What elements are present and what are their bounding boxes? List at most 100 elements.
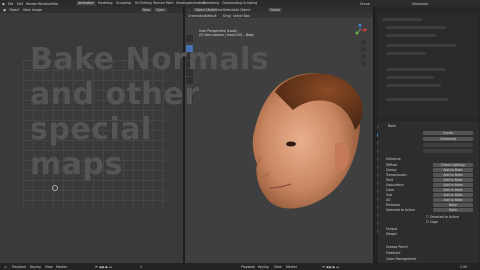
tab-animation-active[interactable]: Animation [76,1,97,6]
influence-item: AO [386,198,391,202]
influence-item: Emission [386,203,401,207]
timeline-bar: ◷ Playback Keying View Marker ⏮ ◀ ▶ ▶ ⏭ … [0,263,480,270]
object-mode-dropdown[interactable]: Object Mode [193,8,218,12]
viewport-select-menu[interactable]: Select [223,8,233,12]
influence-button[interactable]: Add to Bake [433,198,473,202]
overlay-title: Bake Normals and other special maps [30,42,290,182]
influence-button[interactable]: Add to Bake [433,188,473,192]
color-management-panel[interactable]: Color Management [386,257,416,261]
keying-menu-2[interactable]: Keying [258,265,269,269]
influence-button[interactable]: Add to Bake [433,168,473,172]
device-dropdown[interactable] [423,143,473,147]
version-label: 2.90 [460,264,468,269]
viewport-add-menu[interactable]: Add [233,8,239,12]
editor-type-icon[interactable]: ▣ [3,8,6,12]
samples-field[interactable] [423,149,473,153]
influence-button[interactable]: Direct Lighting [433,163,473,167]
menu-render[interactable]: Render [26,2,37,6]
axis-gizmo-icon[interactable] [353,23,367,37]
global-transform-dropdown[interactable]: Global [268,8,283,12]
view-layer-selector[interactable]: ViewLayer [412,2,428,6]
overlay-title-line2: and other [30,77,200,112]
tab-modeling[interactable]: Modeling [96,1,115,6]
influence-item: Glossy [386,168,397,172]
bake-header[interactable]: Bake [388,124,396,128]
new-image-button[interactable]: New [141,8,152,12]
overlay-title-line4: maps [30,147,123,182]
image-editor-view-menu[interactable]: View [23,8,31,12]
freestyle-panel[interactable]: Freestyle [386,251,400,255]
overlay-title-line1: Bake Normals [30,42,270,77]
marker-menu[interactable]: Marker [56,265,67,269]
zoom-icon[interactable] [361,40,366,45]
play-controls[interactable]: ⏮ ◀ ▶ ▶ ⏭ [95,265,112,269]
tab-scripting[interactable]: Scripting [241,1,259,6]
menu-edit[interactable]: Edit [17,2,23,6]
influence-item: Emit [386,178,394,182]
viewport-info-line2: (0) Sam Lowres | mesh.001 - Body [199,33,254,37]
render-engine-dropdown[interactable]: Cycles [423,131,473,135]
playback-menu-2[interactable]: Playback [241,265,255,269]
menu-file[interactable]: File [8,2,13,6]
tool-settings-bar: Orientation Default Drag Select Box [185,13,373,18]
drag-label[interactable]: Drag [223,14,231,18]
viewport-object-menu[interactable]: Object [240,8,250,12]
influence-button[interactable]: Bake [433,208,473,212]
marker-menu-2[interactable]: Marker [286,265,297,269]
influence-button[interactable]: Add to Bake [433,193,473,197]
select-box-dropdown[interactable]: Select Box [233,14,250,18]
tab-texture-paint[interactable]: Texture Paint [151,1,176,6]
cage-checkbox[interactable]: ☑ Cage [426,220,438,224]
play-controls-2[interactable]: ⏮ ◀ ▶ ▶ ⏭ [322,265,339,269]
image-editor-mode[interactable]: Object [9,8,19,12]
outliner-row[interactable] [386,34,436,37]
blender-logo-icon[interactable]: ◉ [2,2,5,6]
outliner-row[interactable] [386,84,441,87]
influence-button[interactable]: Add to Bake [433,173,473,177]
image-editor-image-menu[interactable]: Image [32,8,42,12]
margin-subpanel[interactable]: Margin [386,232,397,236]
timeline-editor-icon[interactable]: ◷ [4,265,7,269]
outliner-row[interactable] [386,26,446,29]
open-image-button[interactable]: Open [154,8,167,12]
properties-panel: Bake Cycles Combined Influence Diffuse D… [378,121,479,267]
orientation-label[interactable]: Orientation [188,14,206,18]
outliner-row[interactable] [386,68,446,71]
view-menu-2[interactable]: View [274,265,282,269]
selected-to-active-checkbox[interactable]: ☐ Selected to Active [426,215,459,219]
orientation-default[interactable]: Default [205,14,217,18]
influence-item: Transmission [386,173,407,177]
influence-item: Subsurface [386,183,404,187]
grease-pencil-panel[interactable]: Grease Pencil [386,245,408,249]
pan-hand-icon[interactable] [361,47,366,52]
output-subpanel[interactable]: Output [386,227,397,231]
influence-item: Selected to Active [386,208,415,212]
influence-button[interactable]: Bake [433,203,473,207]
bake-type-dropdown[interactable]: Combined [423,137,473,141]
navigation-gizmo[interactable] [353,23,367,37]
playback-menu[interactable]: Playback [12,265,26,269]
influence-button[interactable]: Add to Bake [433,178,473,182]
influence-button[interactable]: Add to Bake [433,183,473,187]
outliner-row[interactable] [386,52,426,55]
view-menu[interactable]: View [45,265,53,269]
outliner-panel[interactable] [378,14,478,118]
outliner-row[interactable] [382,18,422,21]
camera-icon[interactable] [361,54,366,59]
influence-item: Color [386,188,395,192]
cursor-2d-icon [52,185,58,191]
outliner-row[interactable] [386,76,434,79]
scene-selector[interactable]: Scene [360,2,370,6]
tab-sculpting[interactable]: Sculpting [114,1,133,6]
outliner-row[interactable] [386,98,448,101]
current-frame-field[interactable]: 1 [140,265,142,269]
influence-item: Diffuse [386,163,398,167]
menu-help[interactable]: Help [51,2,58,6]
viewport-type-icon[interactable]: ⬚ [187,8,190,12]
outliner-row[interactable] [386,44,456,47]
keying-menu[interactable]: Keying [30,265,41,269]
cursor-tool-icon[interactable] [186,35,193,42]
menu-window[interactable]: Window [38,2,51,6]
tab-rendering[interactable]: Rendering [201,1,221,6]
viewport-view-menu[interactable]: View [215,8,223,12]
